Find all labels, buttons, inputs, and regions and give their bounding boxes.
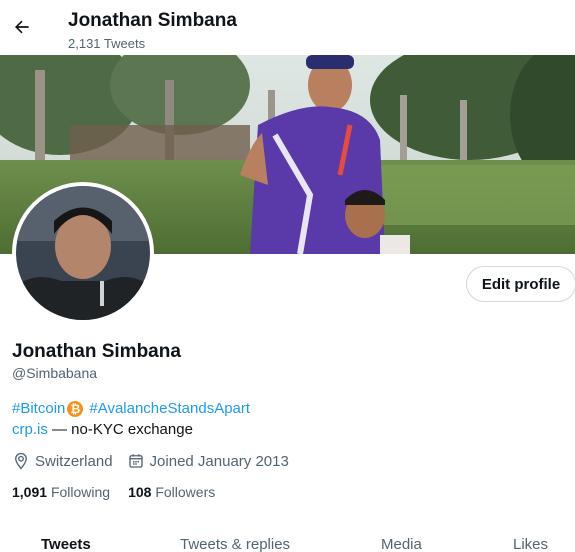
tab-media[interactable]: Media [381, 536, 422, 552]
arrow-left-icon [15, 20, 29, 34]
following-link[interactable]: 1,091 Following [12, 484, 110, 500]
tweet-count: 2,131 Tweets [68, 36, 146, 51]
join-date-text: Joined January 2013 [149, 452, 289, 470]
bitcoin-icon: ₿ [67, 400, 84, 417]
tab-tweets[interactable]: Tweets [41, 536, 91, 552]
followers-count: 108 [128, 484, 152, 500]
back-button[interactable] [8, 13, 36, 41]
calendar-icon [128, 454, 143, 468]
profile-meta: Switzerland Joined January 2013 [12, 452, 303, 470]
join-date: Joined January 2013 [127, 452, 289, 470]
following-count: 1,091 [12, 484, 48, 500]
following-label: Following [50, 484, 111, 500]
profile-tabs: Tweets Tweets & replies Media Likes [0, 528, 575, 552]
tab-likes[interactable]: Likes [513, 536, 548, 552]
profile-name: Jonathan Simbana [12, 341, 181, 362]
bio-line-hashtags: #Bitcoin ₿ #AvalancheStandsApart [12, 400, 250, 417]
header-name: Jonathan Simbana [68, 10, 237, 31]
profile-handle: @Simbabana [12, 365, 98, 381]
bio-link[interactable]: crp.is [12, 421, 48, 438]
hashtag-bitcoin[interactable]: #Bitcoin [12, 400, 65, 417]
avatar-photo [16, 186, 150, 320]
follow-stats: 1,091 Following 108 Followers [12, 484, 233, 500]
followers-label: Followers [155, 484, 216, 500]
location-text: Switzerland [35, 452, 113, 470]
avatar[interactable] [12, 182, 154, 324]
followers-link[interactable]: 108 Followers [128, 484, 215, 500]
tab-tweets-replies[interactable]: Tweets & replies [180, 536, 290, 552]
location-pin-icon [15, 452, 27, 470]
bio-line-link: crp.is — no-KYC exchange [12, 421, 193, 438]
bio-link-suffix: — no-KYC exchange [47, 421, 193, 438]
profile-header-bar: Jonathan Simbana 2,131 Tweets [0, 0, 575, 55]
location: Switzerland [12, 452, 113, 470]
hashtag-avalanche[interactable]: #AvalancheStandsApart [89, 400, 250, 417]
edit-profile-button[interactable]: Edit profile [466, 266, 575, 302]
